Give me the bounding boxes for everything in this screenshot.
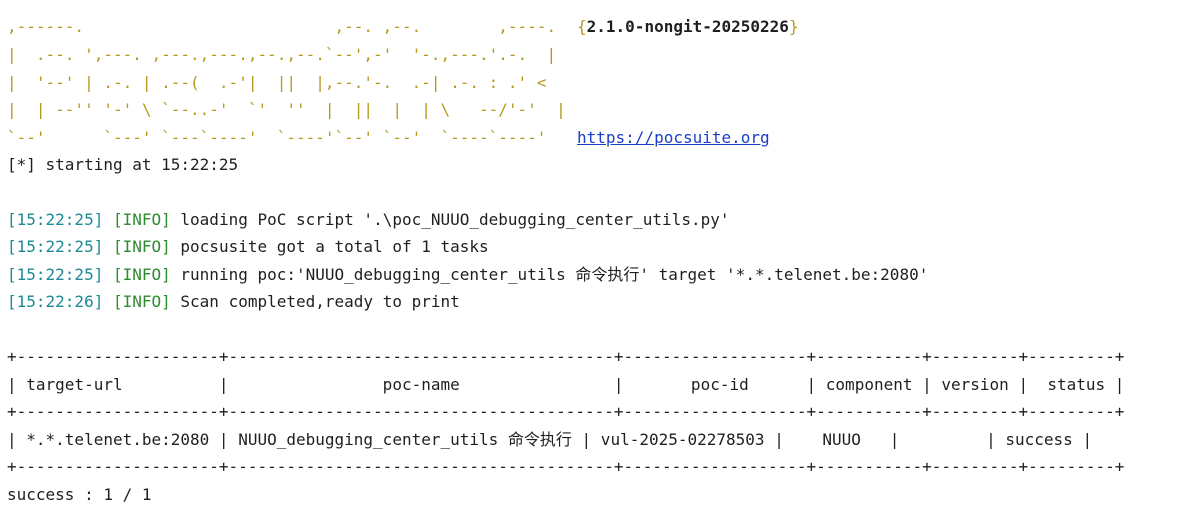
- log-level: [INFO]: [112, 210, 171, 229]
- table-row: | *.*.telenet.be:2080 | NUUO_debugging_c…: [7, 430, 1093, 449]
- log-timestamp: [15:22:25]: [7, 237, 104, 256]
- log-message: Scan completed,ready to print: [180, 292, 460, 311]
- table-border-mid: +---------------------+-----------------…: [7, 402, 1125, 421]
- pocsuite-link[interactable]: https://pocsuite.org: [577, 128, 770, 148]
- banner-line-3: | '--' | .-. | .--( .-'| || |,--.'-. .-|…: [7, 73, 547, 92]
- log-message: running poc:'NUUO_debugging_center_utils…: [180, 265, 929, 284]
- log-line: [15:22:25] [INFO] running poc:'NUUO_debu…: [7, 265, 928, 285]
- banner-line-1: ,------. ,--. ,--. ,----.: [7, 17, 557, 36]
- version-brace-open: {: [577, 17, 587, 36]
- log-message: loading PoC script '.\poc_NUUO_debugging…: [180, 210, 730, 229]
- version-text: 2.1.0-nongit-20250226: [586, 17, 789, 36]
- log-level: [INFO]: [112, 292, 171, 311]
- log-timestamp: [15:22:25]: [7, 210, 104, 229]
- version-brace-close: }: [788, 17, 799, 36]
- log-line: [15:22:25] [INFO] loading PoC script '.\…: [7, 210, 729, 230]
- log-level: [INFO]: [112, 237, 171, 256]
- log-line: [15:22:25] [INFO] pocsusite got a total …: [7, 237, 489, 257]
- terminal-output: ,------. ,--. ,--. ,----. | .--. ',---. …: [0, 0, 1196, 522]
- log-timestamp: [15:22:26]: [7, 292, 104, 311]
- table-border-top: +---------------------+-----------------…: [7, 347, 1125, 366]
- banner-line-2: | .--. ',---. ,---.,---.,--.,--.`--',-' …: [7, 45, 557, 64]
- start-line: [*] starting at 15:22:25: [7, 155, 239, 174]
- log-message: pocsusite got a total of 1 tasks: [180, 237, 489, 256]
- banner-line-5: `--' `---' `---`----' `----'`--' `--' `-…: [7, 128, 547, 147]
- table-header-row: | target-url | poc-name | poc-id | compo…: [7, 375, 1125, 394]
- log-line: [15:22:26] [INFO] Scan completed,ready t…: [7, 292, 460, 312]
- log-timestamp: [15:22:25]: [7, 265, 104, 284]
- version-tag: {2.1.0-nongit-20250226}: [577, 17, 799, 37]
- banner-line-4: | | --'' '-' \ `--..-' `' '' | || | | \ …: [7, 100, 566, 119]
- summary-line: success : 1 / 1: [7, 485, 152, 504]
- table-border-bottom: +---------------------+-----------------…: [7, 457, 1125, 476]
- log-level: [INFO]: [112, 265, 171, 284]
